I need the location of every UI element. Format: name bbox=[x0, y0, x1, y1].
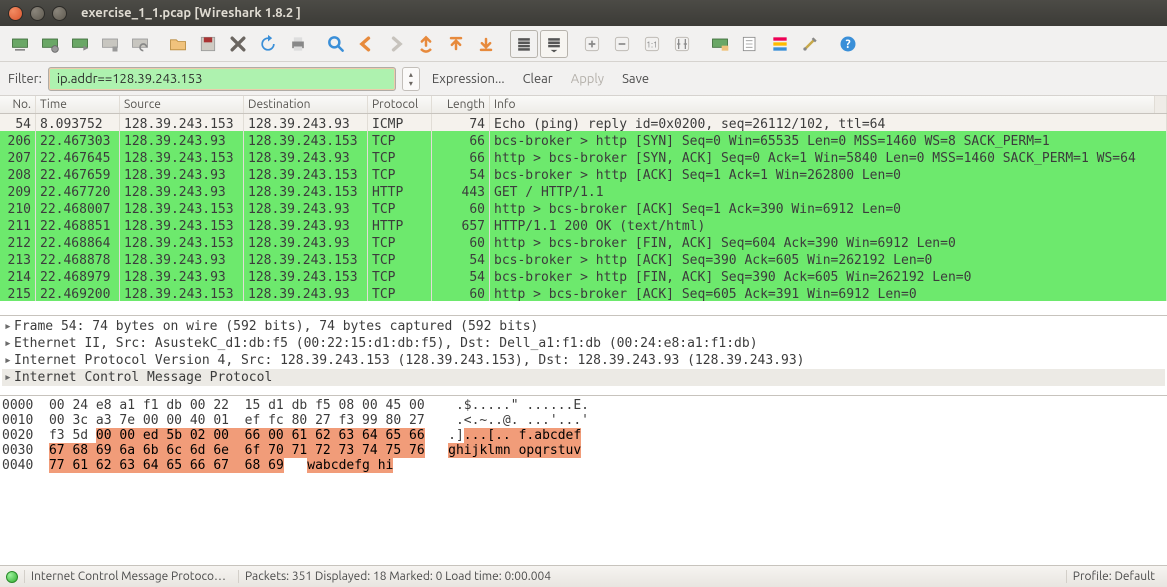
start-capture-icon[interactable] bbox=[66, 30, 94, 58]
apply-button[interactable]: Apply bbox=[565, 72, 610, 86]
capture-filters-icon[interactable] bbox=[706, 30, 734, 58]
detail-line[interactable]: ▸Internet Protocol Version 4, Src: 128.3… bbox=[2, 352, 1165, 369]
reload-icon[interactable] bbox=[254, 30, 282, 58]
col-time[interactable]: Time bbox=[36, 96, 120, 113]
packet-row[interactable]: 20822.467659128.39.243.93128.39.243.153T… bbox=[0, 165, 1167, 182]
status-field: Internet Control Message Protoco… bbox=[24, 570, 232, 583]
go-last-icon[interactable] bbox=[472, 30, 500, 58]
packet-row[interactable]: 20722.467645128.39.243.153128.39.243.93T… bbox=[0, 148, 1167, 165]
save-filter-button[interactable]: Save bbox=[616, 72, 655, 86]
packet-row[interactable]: 21122.468851128.39.243.153128.39.243.93H… bbox=[0, 216, 1167, 233]
detail-line[interactable]: ▸Ethernet II, Src: AsustekC_d1:db:f5 (00… bbox=[2, 335, 1165, 352]
packet-row[interactable]: 21522.469200128.39.243.153128.39.243.93T… bbox=[0, 284, 1167, 301]
packet-row[interactable]: 21422.468979128.39.243.93128.39.243.153T… bbox=[0, 267, 1167, 284]
hex-line[interactable]: 0030 67 68 69 6a 6b 6c 6d 6e 6f 70 71 72… bbox=[2, 443, 1165, 458]
col-source[interactable]: Source bbox=[120, 96, 244, 113]
detail-line[interactable]: ▸Internet Control Message Protocol bbox=[2, 369, 1165, 386]
titlebar: exercise_1_1.pcap [Wireshark 1.8.2 ] bbox=[0, 0, 1167, 26]
stop-capture-icon[interactable] bbox=[96, 30, 124, 58]
status-profile[interactable]: Profile: Default bbox=[1066, 570, 1161, 583]
save-icon[interactable] bbox=[194, 30, 222, 58]
packet-list-body[interactable]: 548.093752128.39.243.153128.39.243.93ICM… bbox=[0, 114, 1167, 315]
detail-line[interactable]: ▸Frame 54: 74 bytes on wire (592 bits), … bbox=[2, 318, 1165, 335]
col-destination[interactable]: Destination bbox=[244, 96, 368, 113]
hex-line[interactable]: 0040 77 61 62 63 64 65 66 67 68 69 wabcd… bbox=[2, 458, 1165, 473]
col-protocol[interactable]: Protocol bbox=[368, 96, 432, 113]
hex-line[interactable]: 0020 f3 5d 00 00 ed 5b 02 00 66 00 61 62… bbox=[2, 428, 1165, 443]
status-counts: Packets: 351 Displayed: 18 Marked: 0 Loa… bbox=[238, 570, 557, 583]
go-forward-icon[interactable] bbox=[382, 30, 410, 58]
display-filters-icon[interactable] bbox=[736, 30, 764, 58]
interfaces-icon[interactable] bbox=[6, 30, 34, 58]
svg-text:?: ? bbox=[845, 38, 850, 51]
expert-info-icon[interactable] bbox=[6, 571, 18, 583]
col-length[interactable]: Length bbox=[432, 96, 490, 113]
help-icon[interactable]: ? bbox=[834, 30, 862, 58]
open-icon[interactable] bbox=[164, 30, 192, 58]
status-bar: Internet Control Message Protoco… Packet… bbox=[0, 565, 1167, 587]
go-back-icon[interactable] bbox=[352, 30, 380, 58]
find-icon[interactable] bbox=[322, 30, 350, 58]
col-info[interactable]: Info bbox=[490, 96, 1155, 113]
packet-row[interactable]: 21222.468864128.39.243.153128.39.243.93T… bbox=[0, 233, 1167, 250]
close-button[interactable] bbox=[8, 6, 23, 21]
colorize-icon[interactable] bbox=[510, 30, 538, 58]
close-file-icon[interactable] bbox=[224, 30, 252, 58]
auto-scroll-icon[interactable] bbox=[540, 30, 568, 58]
packet-row[interactable]: 21322.468878128.39.243.93128.39.243.153T… bbox=[0, 250, 1167, 267]
options-icon[interactable] bbox=[36, 30, 64, 58]
print-icon[interactable] bbox=[284, 30, 312, 58]
restart-capture-icon[interactable] bbox=[126, 30, 154, 58]
packet-list: No. Time Source Destination Protocol Len… bbox=[0, 96, 1167, 316]
go-to-icon[interactable] bbox=[412, 30, 440, 58]
packet-row[interactable]: 20622.467303128.39.243.93128.39.243.153T… bbox=[0, 131, 1167, 148]
svg-text:1:1: 1:1 bbox=[646, 39, 657, 49]
hex-line[interactable]: 0000 00 24 e8 a1 f1 db 00 22 15 d1 db f5… bbox=[2, 398, 1165, 413]
zoom-reset-icon[interactable]: 1:1 bbox=[638, 30, 666, 58]
col-no[interactable]: No. bbox=[0, 96, 36, 113]
filter-bar: Filter: ▴▾ Expression... Clear Apply Sav… bbox=[0, 62, 1167, 96]
go-first-icon[interactable] bbox=[442, 30, 470, 58]
toolbar: 1:1 ? bbox=[0, 26, 1167, 62]
filter-label: Filter: bbox=[8, 72, 42, 86]
packet-row[interactable]: 21022.468007128.39.243.153128.39.243.93T… bbox=[0, 199, 1167, 216]
window-title: exercise_1_1.pcap [Wireshark 1.8.2 ] bbox=[75, 6, 301, 20]
filter-input[interactable] bbox=[48, 67, 396, 91]
coloring-rules-icon[interactable] bbox=[766, 30, 794, 58]
resize-columns-icon[interactable] bbox=[668, 30, 696, 58]
expression-button[interactable]: Expression... bbox=[426, 72, 511, 86]
packet-details[interactable]: ▸Frame 54: 74 bytes on wire (592 bits), … bbox=[0, 316, 1167, 396]
packet-row[interactable]: 20922.467720128.39.243.93128.39.243.153H… bbox=[0, 182, 1167, 199]
minimize-button[interactable] bbox=[30, 6, 45, 21]
packet-row[interactable]: 548.093752128.39.243.153128.39.243.93ICM… bbox=[0, 114, 1167, 131]
maximize-button[interactable] bbox=[52, 6, 67, 21]
packet-bytes[interactable]: 0000 00 24 e8 a1 f1 db 00 22 15 d1 db f5… bbox=[0, 396, 1167, 565]
hex-line[interactable]: 0010 00 3c a3 7e 00 00 40 01 ef fc 80 27… bbox=[2, 413, 1165, 428]
clear-button[interactable]: Clear bbox=[517, 72, 559, 86]
zoom-in-icon[interactable] bbox=[578, 30, 606, 58]
packet-list-header[interactable]: No. Time Source Destination Protocol Len… bbox=[0, 96, 1167, 114]
preferences-icon[interactable] bbox=[796, 30, 824, 58]
filter-spinner[interactable]: ▴▾ bbox=[402, 67, 420, 91]
zoom-out-icon[interactable] bbox=[608, 30, 636, 58]
